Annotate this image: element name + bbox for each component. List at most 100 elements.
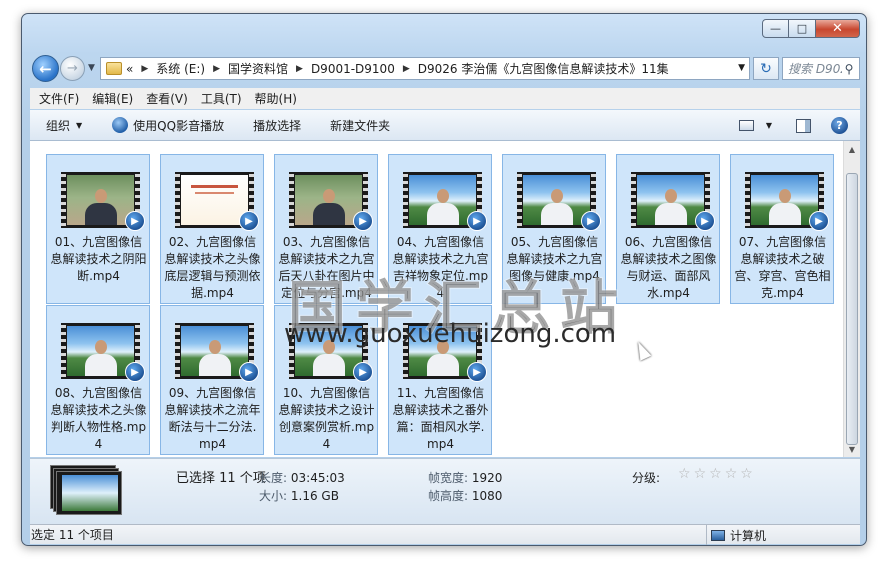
menu-edit[interactable]: 编辑(E) — [92, 90, 133, 107]
menu-bar: 文件(F) 编辑(E) 查看(V) 工具(T) 帮助(H) — [30, 88, 860, 109]
qq-player-icon: ▶ — [809, 211, 829, 231]
menu-view[interactable]: 查看(V) — [146, 90, 188, 107]
file-name: 01、九宫图像信息解读技术之阴阳断.mp4 — [50, 235, 147, 283]
file-item[interactable]: ▶ 06、九宫图像信息解读技术之图像与财运、面部风水.mp4 — [616, 154, 720, 304]
breadcrumb-separator-icon[interactable]: ▶ — [141, 64, 148, 74]
size-meta: 大小: 1.16 GB — [259, 487, 339, 504]
scroll-up-icon[interactable]: ▲ — [844, 141, 860, 157]
star-icon[interactable]: ☆ — [694, 467, 707, 481]
breadcrumb-separator-icon[interactable]: ▶ — [403, 64, 410, 74]
frame-width-value: 1920 — [471, 471, 503, 485]
view-dropdown-icon[interactable]: ▼ — [766, 121, 772, 130]
frame-height-meta: 帧高度: 1080 — [428, 487, 502, 504]
vertical-scrollbar[interactable]: ▲ ▼ — [843, 141, 860, 457]
qq-player-icon: ▶ — [467, 362, 487, 382]
qq-player-icon: ▶ — [353, 362, 373, 382]
qq-player-icon: ▶ — [695, 211, 715, 231]
navigation-bar: ← → ▼ « ▶ 系统 (E:) ▶ 国学资料馆 ▶ D9001-D9100 … — [30, 54, 860, 84]
status-selection-text: 选定 11 个项目 — [31, 528, 114, 542]
star-icon[interactable]: ☆ — [725, 467, 738, 481]
star-icon[interactable]: ☆ — [740, 467, 753, 481]
explorer-window: — □ ✕ ← → ▼ « ▶ 系统 (E:) ▶ 国学资料馆 ▶ D9001-… — [21, 13, 867, 546]
star-icon[interactable]: ☆ — [678, 467, 691, 481]
status-bar: 选定 11 个项目 计算机 — [30, 524, 860, 545]
breadcrumb-library[interactable]: 国学资料馆 — [228, 60, 288, 77]
play-selected-button[interactable]: 播放选择 — [253, 117, 301, 134]
search-input[interactable]: 搜索 D902... — [783, 60, 842, 77]
frame-height-value: 1080 — [471, 489, 503, 503]
history-dropdown-icon[interactable]: ▼ — [88, 63, 95, 73]
qq-player-icon: ▶ — [353, 211, 373, 231]
breadcrumb-overflow[interactable]: « — [126, 62, 133, 76]
search-box[interactable]: 搜索 D902... ⚲ — [782, 57, 860, 80]
qq-player-icon: ▶ — [467, 211, 487, 231]
length-meta: 长度: 03:45:03 — [259, 469, 345, 486]
address-dropdown-icon[interactable]: ▼ — [738, 63, 745, 73]
length-key: 长度: — [259, 471, 288, 485]
window-caption-buttons: — □ ✕ — [762, 19, 860, 38]
breadcrumb-range[interactable]: D9001-D9100 — [311, 62, 395, 76]
minimize-button[interactable]: — — [762, 19, 789, 38]
breadcrumb-current-folder[interactable]: D9026 李治儒《九宫图像信息解读技术》11集 — [418, 60, 669, 77]
file-item[interactable]: ▶ 08、九宫图像信息解读技术之头像判断人物性格.mp4 — [46, 305, 150, 455]
file-name: 10、九宫图像信息解读技术之设计创意案例赏析.mp4 — [278, 386, 375, 451]
play-with-qq-button[interactable]: 使用QQ影音播放 — [112, 117, 224, 134]
watermark-url: www.guoxuehuizong.com — [284, 319, 617, 349]
forward-button[interactable]: → — [60, 56, 85, 81]
help-icon[interactable]: ? — [831, 117, 848, 134]
menu-tools[interactable]: 工具(T) — [201, 90, 242, 107]
computer-icon — [711, 529, 725, 541]
selection-stack-thumbnail — [50, 465, 124, 515]
address-bar[interactable]: « ▶ 系统 (E:) ▶ 国学资料馆 ▶ D9001-D9100 ▶ D902… — [100, 57, 750, 80]
rating-stars[interactable]: ☆ ☆ ☆ ☆ ☆ — [678, 467, 756, 481]
new-folder-button[interactable]: 新建文件夹 — [330, 117, 390, 134]
file-item[interactable]: ▶ 09、九宫图像信息解读技术之流年断法与十二分法.mp4 — [160, 305, 264, 455]
preview-pane-icon[interactable] — [796, 118, 811, 133]
search-icon[interactable]: ⚲ — [842, 62, 856, 76]
refresh-button[interactable]: ↻ — [753, 57, 779, 80]
play-with-qq-label: 使用QQ影音播放 — [133, 118, 225, 133]
breadcrumb-separator-icon[interactable]: ▶ — [296, 64, 303, 74]
maximize-button[interactable]: □ — [789, 19, 816, 38]
chevron-down-icon: ▼ — [76, 120, 83, 130]
folder-icon — [106, 62, 122, 75]
frame-width-meta: 帧宽度: 1920 — [428, 469, 502, 486]
frame-width-key: 帧宽度: — [428, 471, 469, 485]
file-item[interactable]: ▶ 07、九宫图像信息解读技术之破宫、穿宫、宫色相克.mp4 — [730, 154, 834, 304]
file-item[interactable]: ▶ 02、九宫图像信息解读技术之头像底层逻辑与预测依据.mp4 — [160, 154, 264, 304]
breadcrumb-separator-icon[interactable]: ▶ — [213, 64, 220, 74]
length-value: 03:45:03 — [290, 471, 345, 485]
file-item[interactable]: ▶ 01、九宫图像信息解读技术之阴阳断.mp4 — [46, 154, 150, 304]
breadcrumb-drive[interactable]: 系统 (E:) — [156, 60, 205, 77]
menu-help[interactable]: 帮助(H) — [255, 90, 297, 107]
menu-file[interactable]: 文件(F) — [39, 90, 79, 107]
change-view-icon[interactable] — [738, 120, 754, 131]
file-list-view[interactable]: ▶ 01、九宫图像信息解读技术之阴阳断.mp4 ▶ 02、九宫图像信息解读技术之头像底… — [30, 141, 860, 457]
scroll-down-icon[interactable]: ▼ — [844, 441, 860, 457]
size-key: 大小: — [259, 489, 288, 503]
file-name: 02、九宫图像信息解读技术之头像底层逻辑与预测依据.mp4 — [164, 235, 261, 300]
qq-player-icon: ▶ — [581, 211, 601, 231]
mouse-cursor-icon — [632, 339, 652, 361]
status-location: 计算机 — [706, 525, 766, 545]
qq-player-icon — [112, 117, 129, 133]
organize-label: 组织 — [46, 118, 71, 133]
qq-player-icon: ▶ — [239, 362, 259, 382]
file-name: 09、九宫图像信息解读技术之流年断法与十二分法.mp4 — [164, 386, 261, 451]
qq-player-icon: ▶ — [125, 211, 145, 231]
command-bar: 组织 ▼ 使用QQ影音播放 播放选择 新建文件夹 ▼ ? — [30, 110, 860, 141]
qq-player-icon: ▶ — [125, 362, 145, 382]
organize-button[interactable]: 组织 ▼ — [46, 117, 82, 134]
file-name: 08、九宫图像信息解读技术之头像判断人物性格.mp4 — [50, 386, 147, 451]
file-name: 07、九宫图像信息解读技术之破宫、穿宫、宫色相克.mp4 — [734, 235, 831, 300]
command-bar-right: ▼ ? — [738, 110, 860, 141]
back-button[interactable]: ← — [32, 55, 59, 82]
close-button[interactable]: ✕ — [816, 19, 860, 38]
qq-player-icon: ▶ — [239, 211, 259, 231]
status-location-label: 计算机 — [730, 528, 767, 543]
star-icon[interactable]: ☆ — [709, 467, 722, 481]
scroll-thumb[interactable] — [846, 173, 858, 445]
file-name: 11、九宫图像信息解读技术之番外篇：面相风水学.mp4 — [392, 386, 489, 451]
file-name: 06、九宫图像信息解读技术之图像与财运、面部风水.mp4 — [620, 235, 717, 300]
selection-count: 已选择 11 个项 — [176, 471, 266, 486]
